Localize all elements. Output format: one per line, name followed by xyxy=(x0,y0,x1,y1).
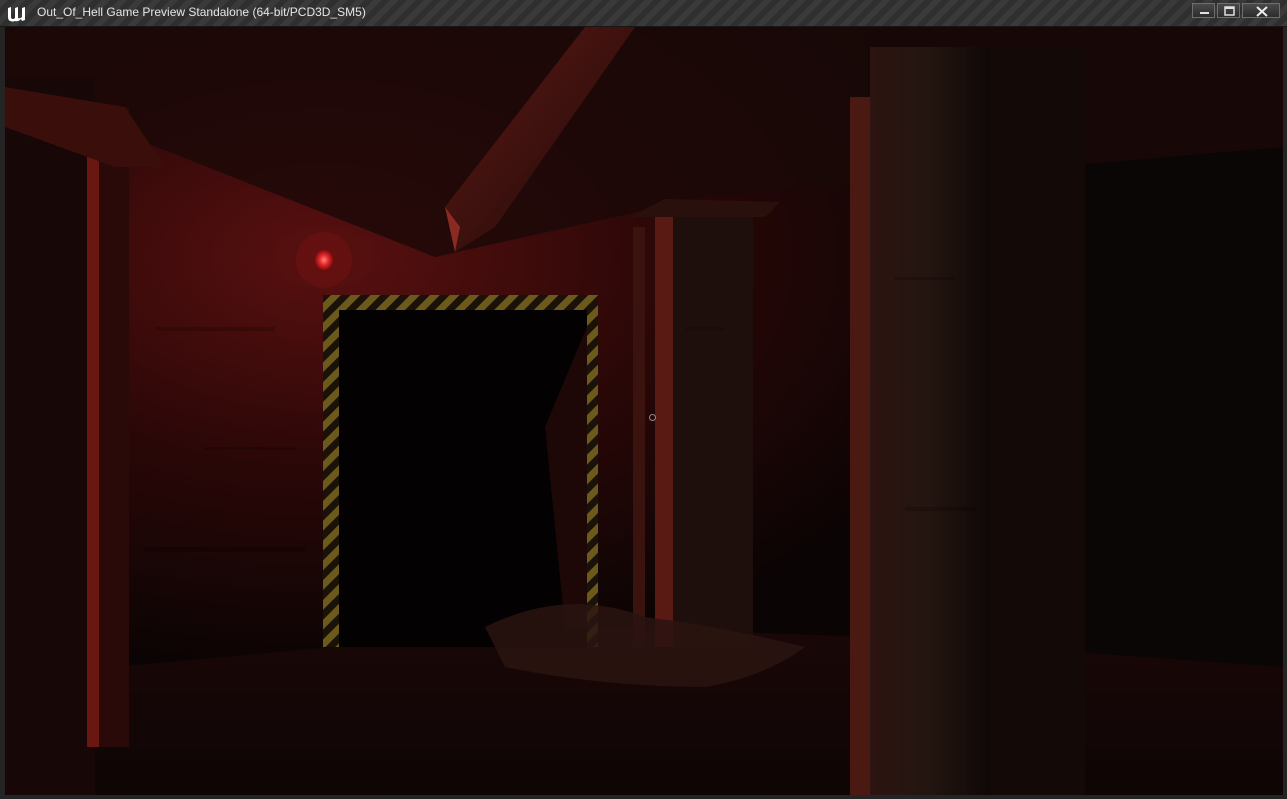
window-title: Out_Of_Hell Game Preview Standalone (64-… xyxy=(37,5,366,19)
crosshair-icon xyxy=(649,414,656,421)
unreal-engine-logo-icon xyxy=(8,7,25,22)
right-pillar-edge xyxy=(850,97,870,795)
left-pillar xyxy=(5,77,95,795)
left-pillar-side xyxy=(99,107,129,747)
game-scene xyxy=(5,27,1283,795)
minimize-icon xyxy=(1200,12,1209,14)
game-window: Out_Of_Hell Game Preview Standalone (64-… xyxy=(0,0,1287,799)
title-bar[interactable]: Out_Of_Hell Game Preview Standalone (64-… xyxy=(0,0,1287,27)
dark-doorway xyxy=(339,310,587,647)
right-pillar xyxy=(870,47,990,795)
maximize-icon xyxy=(1224,6,1235,16)
game-viewport[interactable] xyxy=(5,27,1283,795)
middle-pillar-edge xyxy=(633,227,645,647)
maximize-button[interactable] xyxy=(1217,3,1240,18)
middle-pillar xyxy=(673,207,753,647)
close-button[interactable] xyxy=(1242,3,1280,18)
close-icon xyxy=(1256,6,1268,17)
left-pillar-edge xyxy=(87,107,99,747)
minimize-button[interactable] xyxy=(1192,3,1215,18)
